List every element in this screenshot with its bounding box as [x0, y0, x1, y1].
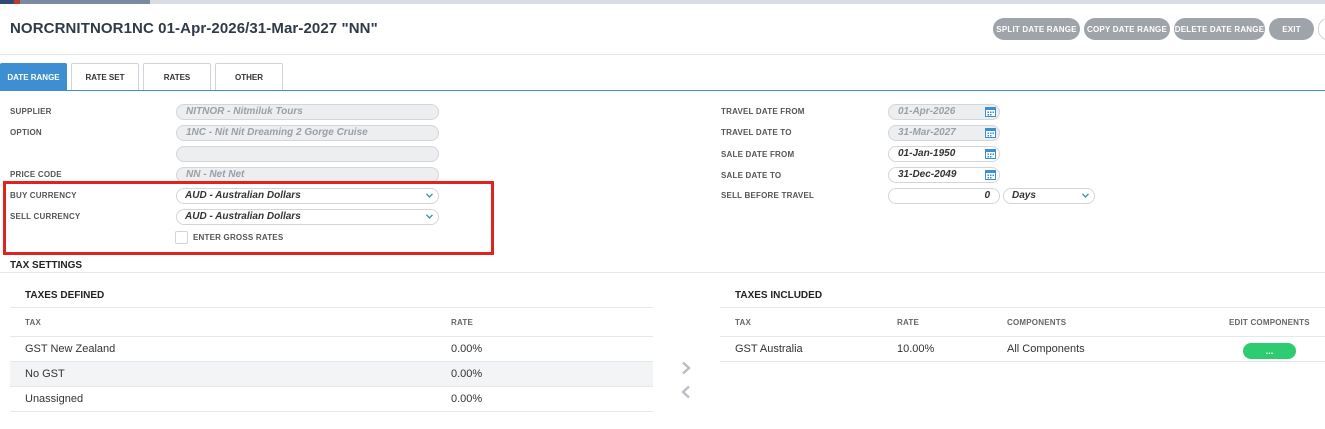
taxes-included-col-tax: TAX [735, 318, 752, 327]
table-row[interactable]: Unassigned 0.00% [10, 387, 653, 412]
highlight-box [3, 181, 494, 255]
arrow-left-icon[interactable] [680, 385, 692, 399]
table-row[interactable]: GST Australia 10.00% All Components [720, 337, 1325, 362]
calendar-icon[interactable] [985, 148, 996, 159]
supplier-field: NITNOR - Nitmiluk Tours [176, 104, 439, 120]
tax-name: No GST [25, 368, 65, 380]
sale-date-from-value: 01-Jan-1950 [898, 148, 956, 159]
calendar-icon[interactable] [985, 106, 996, 117]
chevron-down-icon [1082, 193, 1089, 198]
option-field: 1NC - Nit Nit Dreaming 2 Gorge Cruise [176, 125, 439, 141]
tax-settings-divider [0, 272, 1325, 273]
sale-date-to-field[interactable]: 31-Dec-2049 [888, 167, 1000, 183]
taxes-included-col-rate: RATE [897, 318, 919, 327]
option-label: OPTION [10, 128, 42, 137]
sale-date-to-value: 31-Dec-2049 [898, 169, 957, 180]
extra-header-button[interactable] [1318, 18, 1325, 40]
tax-name: GST New Zealand [25, 343, 116, 355]
sell-before-travel-input[interactable]: 0 [888, 188, 1000, 204]
edit-components-button[interactable]: ... [1243, 343, 1296, 359]
arrow-right-icon[interactable] [680, 361, 692, 375]
header-divider [0, 54, 1325, 55]
tax-rate: 0.00% [451, 393, 483, 405]
table-row[interactable]: No GST 0.00% [10, 362, 653, 387]
table-row[interactable]: GST New Zealand 0.00% [10, 337, 653, 362]
sale-date-to-label: SALE DATE TO [721, 171, 782, 180]
taxes-defined-col-tax: TAX [25, 318, 42, 327]
copy-date-range-button[interactable]: COPY DATE RANGE [1084, 18, 1170, 40]
tab-rates[interactable]: RATES [143, 63, 211, 91]
taxes-defined-col-rate: RATE [451, 318, 473, 327]
tax-rate: 0.00% [451, 343, 483, 355]
travel-date-to-value: 31-Mar-2027 [898, 127, 956, 138]
taxes-included-col-edit: EDIT COMPONENTS [1229, 318, 1310, 327]
top-strip [0, 0, 1325, 4]
price-code-label: PRICE CODE [10, 170, 62, 179]
taxes-defined-title: TAXES DEFINED [25, 290, 105, 301]
delete-date-range-button[interactable]: DELETE DATE RANGE [1174, 18, 1265, 40]
exit-button[interactable]: EXIT [1269, 18, 1314, 40]
tax-rate: 0.00% [451, 368, 483, 380]
calendar-icon[interactable] [985, 127, 996, 138]
taxes-defined-title-divider [10, 307, 653, 308]
sell-before-unit-select[interactable]: Days [1003, 188, 1095, 204]
travel-date-to-label: TRAVEL DATE TO [721, 128, 792, 137]
travel-date-to-field[interactable]: 31-Mar-2027 [888, 125, 1000, 141]
sell-before-travel-label: SELL BEFORE TRAVEL [721, 191, 815, 200]
tab-underline [0, 90, 1325, 91]
page-title: NORCRNITNOR1NC 01-Apr-2026/31-Mar-2027 "… [10, 20, 378, 37]
tab-other[interactable]: OTHER [215, 63, 283, 91]
travel-date-from-value: 01-Apr-2026 [898, 106, 956, 117]
tax-components: All Components [1007, 343, 1085, 355]
taxes-included-col-components: COMPONENTS [1007, 318, 1067, 327]
sale-date-from-label: SALE DATE FROM [721, 150, 795, 159]
travel-date-from-field[interactable]: 01-Apr-2026 [888, 104, 1000, 120]
sell-before-unit-value: Days [1012, 190, 1036, 201]
tax-settings-title: TAX SETTINGS [10, 260, 83, 271]
tab-date-range[interactable]: DATE RANGE [0, 63, 67, 91]
tax-name: GST Australia [735, 343, 803, 355]
option-extra-field [176, 146, 439, 162]
sale-date-from-field[interactable]: 01-Jan-1950 [888, 146, 1000, 162]
travel-date-from-label: TRAVEL DATE FROM [721, 107, 805, 116]
taxes-included-title: TAXES INCLUDED [735, 290, 823, 301]
tab-rate-set[interactable]: RATE SET [71, 63, 139, 91]
tax-rate: 10.00% [897, 343, 935, 355]
taxes-included-title-divider [720, 307, 1325, 308]
supplier-label: SUPPLIER [10, 107, 52, 116]
tax-name: Unassigned [25, 393, 84, 405]
split-date-range-button[interactable]: SPLIT DATE RANGE [993, 18, 1080, 40]
calendar-icon[interactable] [985, 169, 996, 180]
